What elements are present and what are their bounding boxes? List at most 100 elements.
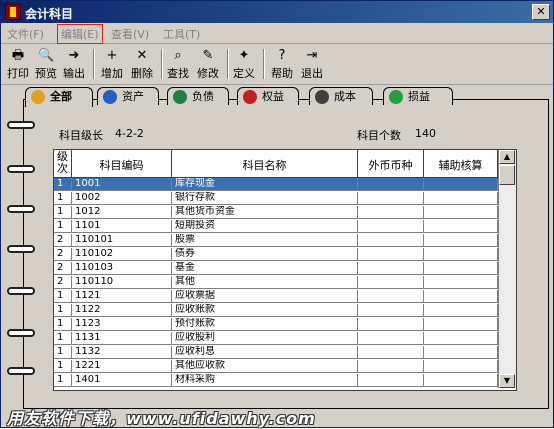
menu-edit[interactable]: 编辑(E) bbox=[57, 24, 103, 44]
export-button[interactable]: ➜ 输出 bbox=[61, 48, 87, 82]
add-button[interactable]: + 增加 bbox=[99, 48, 125, 82]
cell-currency bbox=[358, 248, 424, 261]
all-icon bbox=[31, 90, 45, 104]
cell-code: 1132 bbox=[72, 346, 172, 359]
menu-bar: 文件(F) 编辑(E) 查看(V) 工具(T) bbox=[1, 23, 553, 44]
cell-level: 2 bbox=[54, 248, 72, 261]
table-row[interactable]: 1 1101 短期投资 bbox=[54, 220, 498, 233]
column-level-label: 级次 bbox=[57, 150, 68, 175]
find-button[interactable]: ⌕ 查找 bbox=[165, 48, 191, 82]
column-name-label: 科目名称 bbox=[242, 159, 287, 172]
tab-liabilities[interactable]: 负债 bbox=[167, 87, 229, 105]
edit-icon: ✎ bbox=[202, 48, 214, 63]
cell-level: 2 bbox=[54, 234, 72, 247]
table-row[interactable]: 1 1002 银行存款 bbox=[54, 192, 498, 205]
column-name[interactable]: 科目名称 bbox=[172, 150, 358, 178]
delete-button[interactable]: ✕ 删除 bbox=[129, 48, 155, 82]
scroll-down-icon[interactable]: ▼ bbox=[499, 374, 515, 388]
cell-name: 其他 bbox=[172, 276, 358, 289]
cell-code: 110101 bbox=[72, 234, 172, 247]
vertical-scrollbar[interactable]: ▲ ▼ bbox=[498, 150, 516, 388]
define-label: 定义 bbox=[233, 67, 255, 80]
cell-aux bbox=[424, 346, 498, 359]
cell-code: 110103 bbox=[72, 262, 172, 275]
table-row[interactable]: 1 1221 其他应收款 bbox=[54, 360, 498, 373]
table-row[interactable]: 2 110110 其他 bbox=[54, 276, 498, 289]
binder-ring bbox=[7, 287, 35, 295]
cell-code: 1001 bbox=[72, 178, 172, 191]
export-label: 输出 bbox=[63, 67, 85, 80]
print-label: 打印 bbox=[7, 67, 29, 80]
cell-code: 1131 bbox=[72, 332, 172, 345]
help-icon: ? bbox=[278, 48, 286, 63]
table-row[interactable]: 1 1122 应收账款 bbox=[54, 304, 498, 317]
scroll-up-icon[interactable]: ▲ bbox=[499, 150, 515, 164]
menu-tools[interactable]: 工具(T) bbox=[163, 26, 200, 42]
preview-button[interactable]: 🔍 预览 bbox=[33, 48, 59, 82]
cell-level: 1 bbox=[54, 220, 72, 233]
help-label: 帮助 bbox=[271, 67, 293, 80]
toolbar: 🖶 打印 🔍 预览 ➜ 输出 + 增加 ✕ 删除 ⌕ 查找 ✎ 修改 ✦ 定义 … bbox=[1, 44, 553, 85]
cell-code: 1012 bbox=[72, 206, 172, 219]
assets-icon bbox=[103, 90, 117, 104]
cell-aux bbox=[424, 360, 498, 373]
tab-liabilities-label: 负债 bbox=[192, 90, 214, 103]
table-row[interactable]: 2 110103 基金 bbox=[54, 262, 498, 275]
equity-icon bbox=[243, 90, 257, 104]
exit-button[interactable]: ⇥ 退出 bbox=[299, 48, 325, 82]
table-row[interactable]: 2 110102 债券 bbox=[54, 248, 498, 261]
cell-level: 1 bbox=[54, 332, 72, 345]
table-row[interactable]: 1 1401 材料采购 bbox=[54, 374, 498, 387]
scroll-thumb[interactable] bbox=[499, 165, 515, 185]
define-icon: ✦ bbox=[238, 48, 250, 63]
cell-name: 应收账款 bbox=[172, 304, 358, 317]
cell-currency bbox=[358, 178, 424, 191]
column-aux[interactable]: 辅助核算 bbox=[424, 150, 498, 178]
table-row[interactable]: 1 1001 库存现金 bbox=[54, 178, 498, 191]
cell-currency bbox=[358, 374, 424, 387]
menu-view[interactable]: 查看(V) bbox=[111, 26, 149, 42]
tab-all[interactable]: 全部 bbox=[25, 87, 93, 107]
cell-aux bbox=[424, 304, 498, 317]
cell-currency bbox=[358, 234, 424, 247]
column-currency[interactable]: 外币币种 bbox=[358, 150, 424, 178]
cell-level: 1 bbox=[54, 206, 72, 219]
help-button[interactable]: ? 帮助 bbox=[269, 48, 295, 82]
binder-ring bbox=[7, 245, 35, 253]
cell-level: 2 bbox=[54, 276, 72, 289]
tab-profit-loss[interactable]: 损益 bbox=[383, 87, 453, 105]
tab-cost[interactable]: 成本 bbox=[309, 87, 373, 105]
tab-equity[interactable]: 权益 bbox=[237, 87, 299, 105]
menu-file[interactable]: 文件(F) bbox=[7, 26, 44, 42]
cell-aux bbox=[424, 318, 498, 331]
binder-ring bbox=[7, 367, 35, 375]
find-label: 查找 bbox=[167, 67, 189, 80]
window-title: 会计科目 bbox=[25, 7, 74, 21]
cell-level: 1 bbox=[54, 374, 72, 387]
cell-currency bbox=[358, 276, 424, 289]
close-button[interactable]: ✕ bbox=[532, 4, 550, 20]
cell-name: 基金 bbox=[172, 262, 358, 275]
column-level[interactable]: 级次 bbox=[54, 150, 72, 178]
cell-currency bbox=[358, 192, 424, 205]
binder-ring bbox=[7, 205, 35, 213]
table-row[interactable]: 1 1012 其他货币资金 bbox=[54, 206, 498, 219]
edit-label: 修改 bbox=[197, 67, 219, 80]
table-row[interactable]: 1 1132 应收利息 bbox=[54, 346, 498, 359]
toolbar-separator bbox=[227, 49, 229, 79]
tab-assets[interactable]: 资产 bbox=[97, 87, 159, 105]
cell-code: 1123 bbox=[72, 318, 172, 331]
define-button[interactable]: ✦ 定义 bbox=[231, 48, 257, 82]
edit-button[interactable]: ✎ 修改 bbox=[195, 48, 221, 82]
cell-level: 2 bbox=[54, 262, 72, 275]
cell-currency bbox=[358, 206, 424, 219]
cell-name: 银行存款 bbox=[172, 192, 358, 205]
table-row[interactable]: 1 1123 预付账款 bbox=[54, 318, 498, 331]
accounts-table: 级次 科目编码 科目名称 外币币种 辅助核算 1 1001 库存现金 1 1002 银行存… bbox=[53, 149, 517, 391]
print-button[interactable]: 🖶 打印 bbox=[5, 48, 31, 82]
table-row[interactable]: 1 1121 应收票据 bbox=[54, 290, 498, 303]
column-code[interactable]: 科目编码 bbox=[72, 150, 172, 178]
table-row[interactable]: 2 110101 股票 bbox=[54, 234, 498, 247]
cell-level: 1 bbox=[54, 178, 72, 191]
table-row[interactable]: 1 1131 应收股利 bbox=[54, 332, 498, 345]
